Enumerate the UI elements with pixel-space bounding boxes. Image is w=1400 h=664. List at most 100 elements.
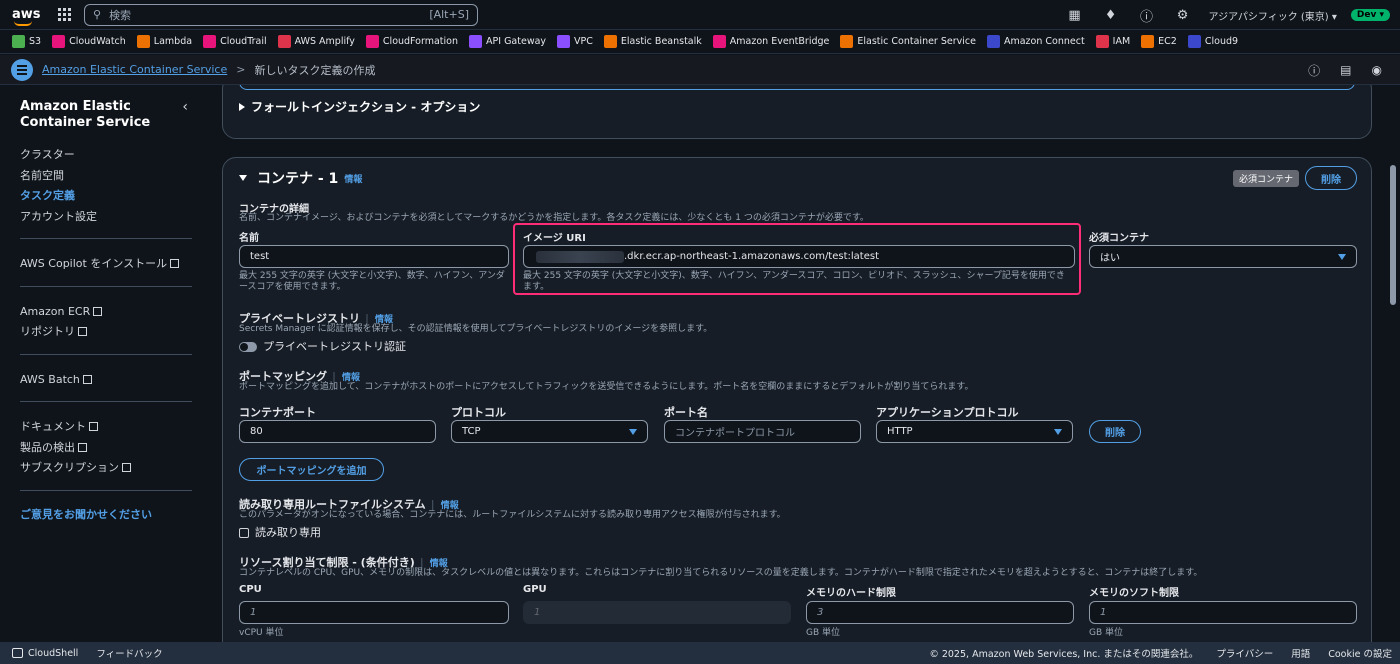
- delete-container-button[interactable]: 削除: [1305, 166, 1357, 190]
- footer-cookie[interactable]: Cookie の設定: [1328, 646, 1392, 660]
- caret-down-icon: [239, 175, 247, 181]
- search-input[interactable]: ⚲ 検索 [Alt+S]: [84, 3, 478, 26]
- favorite-s3[interactable]: S3: [12, 35, 41, 48]
- favorite-cloudformation[interactable]: CloudFormation: [365, 35, 458, 48]
- external-link-icon: [78, 442, 87, 452]
- cloudshell-icon[interactable]: ▦: [1057, 8, 1093, 23]
- sidebar-item-discover[interactable]: 製品の検出: [20, 438, 188, 459]
- favorite-amazon-eventbridge[interactable]: Amazon EventBridge: [712, 35, 829, 48]
- sidebar-item-repositories[interactable]: リポジトリ: [20, 322, 188, 343]
- favorite-cloud9[interactable]: Cloud9: [1187, 35, 1239, 48]
- notes-icon[interactable]: ▤: [1340, 63, 1351, 77]
- repo-label: リポジトリ: [20, 325, 75, 338]
- image-uri-input[interactable]: .dkr.ecr.ap-northeast-1.amazonaws.com/te…: [523, 245, 1075, 268]
- essential-select[interactable]: はい: [1089, 245, 1357, 268]
- favorite-label: EC2: [1158, 36, 1177, 47]
- favorite-api-gateway[interactable]: API Gateway: [469, 35, 546, 48]
- add-port-mapping-button[interactable]: ポートマッピングを追加: [239, 458, 384, 481]
- container-port-input[interactable]: 80: [239, 420, 436, 443]
- search-icon: ⚲: [93, 8, 102, 21]
- main-content: フォールトインジェクション - オプション コンテナ - 1 情報 必須コンテナ…: [208, 85, 1386, 642]
- redacted-account-id: [536, 250, 624, 263]
- service-icon: [1187, 35, 1201, 48]
- sidebar-title[interactable]: Amazon Elastic Container Service: [20, 99, 160, 131]
- sidebar-item-docs[interactable]: ドキュメント: [20, 417, 188, 438]
- sidebar-item-ecr[interactable]: Amazon ECR: [20, 302, 188, 323]
- info-panel-icon[interactable]: ⓘ: [1308, 62, 1320, 79]
- favorite-cloudtrail[interactable]: CloudTrail: [203, 35, 267, 48]
- favorite-elastic-beanstalk[interactable]: Elastic Beanstalk: [603, 35, 702, 48]
- port-name-input[interactable]: コンテナポートプロトコル: [664, 420, 861, 443]
- mem-soft-input[interactable]: 1: [1089, 601, 1357, 624]
- essential-label: 必須コンテナ: [1089, 233, 1149, 244]
- gear-icon[interactable]: ⚙: [1165, 8, 1201, 23]
- sidebar-feedback-link[interactable]: ご意見をお聞かせください: [20, 506, 188, 522]
- bell-icon[interactable]: ♦: [1093, 8, 1129, 23]
- footer-feedback[interactable]: フィードバック: [96, 646, 162, 660]
- favorites-bar: S3 CloudWatch Lambda CloudTrail AWS Amplify C…: [0, 30, 1400, 54]
- scrollbar-thumb[interactable]: [1390, 165, 1396, 305]
- favorite-label: Cloud9: [1204, 36, 1239, 47]
- gpu-label: GPU: [523, 584, 547, 595]
- menu-icon[interactable]: [11, 58, 33, 81]
- readonly-checkbox[interactable]: 読み取り専用: [239, 524, 321, 540]
- breadcrumb-current: 新しいタスク定義の作成: [254, 63, 376, 77]
- app-protocol-select[interactable]: HTTP: [876, 420, 1073, 443]
- service-icon: [603, 35, 617, 48]
- name-label: 名前: [239, 233, 259, 244]
- subs-label: サブスクリプション: [20, 461, 119, 474]
- sidebar-item-clusters[interactable]: クラスター: [20, 145, 188, 166]
- mem-hard-input[interactable]: 3: [806, 601, 1074, 624]
- services-grid-icon[interactable]: [58, 7, 72, 22]
- favorite-ec2[interactable]: EC2: [1141, 35, 1177, 48]
- name-input[interactable]: test: [239, 245, 509, 268]
- sidebar-item-batch[interactable]: AWS Batch: [20, 370, 188, 391]
- batch-label: AWS Batch: [20, 372, 80, 386]
- fault-injection-panel: フォールトインジェクション - オプション: [222, 85, 1372, 139]
- favorite-iam[interactable]: IAM: [1095, 35, 1130, 48]
- favorite-lambda[interactable]: Lambda: [136, 35, 192, 48]
- service-icon: [986, 35, 1000, 48]
- favorite-cloudwatch[interactable]: CloudWatch: [52, 35, 126, 48]
- favorite-elastic-container-service[interactable]: Elastic Container Service: [840, 35, 976, 48]
- cpu-input[interactable]: 1: [239, 601, 509, 624]
- dropdown-arrow-icon: [1338, 254, 1346, 260]
- aws-logo[interactable]: aws: [12, 7, 41, 26]
- sidebar-item-subscriptions[interactable]: サブスクリプション: [20, 458, 188, 479]
- sidebar-item-copilot[interactable]: AWS Copilot をインストール: [20, 254, 188, 275]
- footer-terms[interactable]: 用語: [1291, 646, 1310, 660]
- protocol-select[interactable]: TCP: [451, 420, 648, 443]
- collapse-icon[interactable]: ‹: [182, 99, 188, 115]
- aws-logo-text: aws: [12, 7, 41, 22]
- favorite-aws-amplify[interactable]: AWS Amplify: [277, 35, 355, 48]
- settings-icon[interactable]: ◉: [1372, 63, 1382, 77]
- favorite-label: AWS Amplify: [294, 36, 355, 47]
- service-icon: [1141, 35, 1155, 48]
- private-registry-toggle[interactable]: プライベートレジストリ認証: [239, 338, 406, 354]
- service-icon: [136, 35, 150, 48]
- fault-injection-toggle[interactable]: フォールトインジェクション - オプション: [239, 98, 480, 115]
- readonly-fs-desc: このパラメータがオンになっている場合、コンテナには、ルートファイルシステムに対す…: [239, 510, 786, 520]
- image-uri-label: イメージ URI: [523, 233, 586, 244]
- account-menu[interactable]: Dev ▾: [1350, 9, 1390, 21]
- sidebar-item-task-definitions[interactable]: タスク定義: [20, 186, 188, 207]
- service-icon: [712, 35, 726, 48]
- footer-privacy[interactable]: プライバシー: [1216, 646, 1273, 660]
- image-uri-hint: 最大 255 文字の英字 (大文字と小文字)、数字、ハイフン、アンダースコア、コ…: [523, 271, 1065, 292]
- favorite-amazon-connect[interactable]: Amazon Connect: [986, 35, 1085, 48]
- required-container-badge: 必須コンテナ: [1232, 170, 1299, 187]
- delete-port-button[interactable]: 削除: [1089, 420, 1141, 443]
- external-link-icon: [89, 422, 98, 431]
- help-icon[interactable]: ⓘ: [1129, 6, 1165, 25]
- container-info-link[interactable]: 情報: [344, 172, 362, 185]
- page-scrollbar[interactable]: [1386, 85, 1400, 642]
- checkbox-box: [239, 528, 249, 538]
- sidebar-item-account-settings[interactable]: アカウント設定: [20, 207, 188, 228]
- region-selector[interactable]: アジアパシフィック (東京) ▾: [1209, 8, 1337, 23]
- breadcrumb-ecs[interactable]: Amazon Elastic Container Service: [42, 63, 227, 76]
- container-toggle[interactable]: コンテナ - 1 情報: [239, 168, 362, 188]
- footer-cloudshell[interactable]: CloudShell: [28, 648, 78, 659]
- favorite-vpc[interactable]: VPC: [557, 35, 593, 48]
- dropdown-arrow-icon: [629, 429, 637, 435]
- sidebar-item-namespaces[interactable]: 名前空間: [20, 166, 188, 187]
